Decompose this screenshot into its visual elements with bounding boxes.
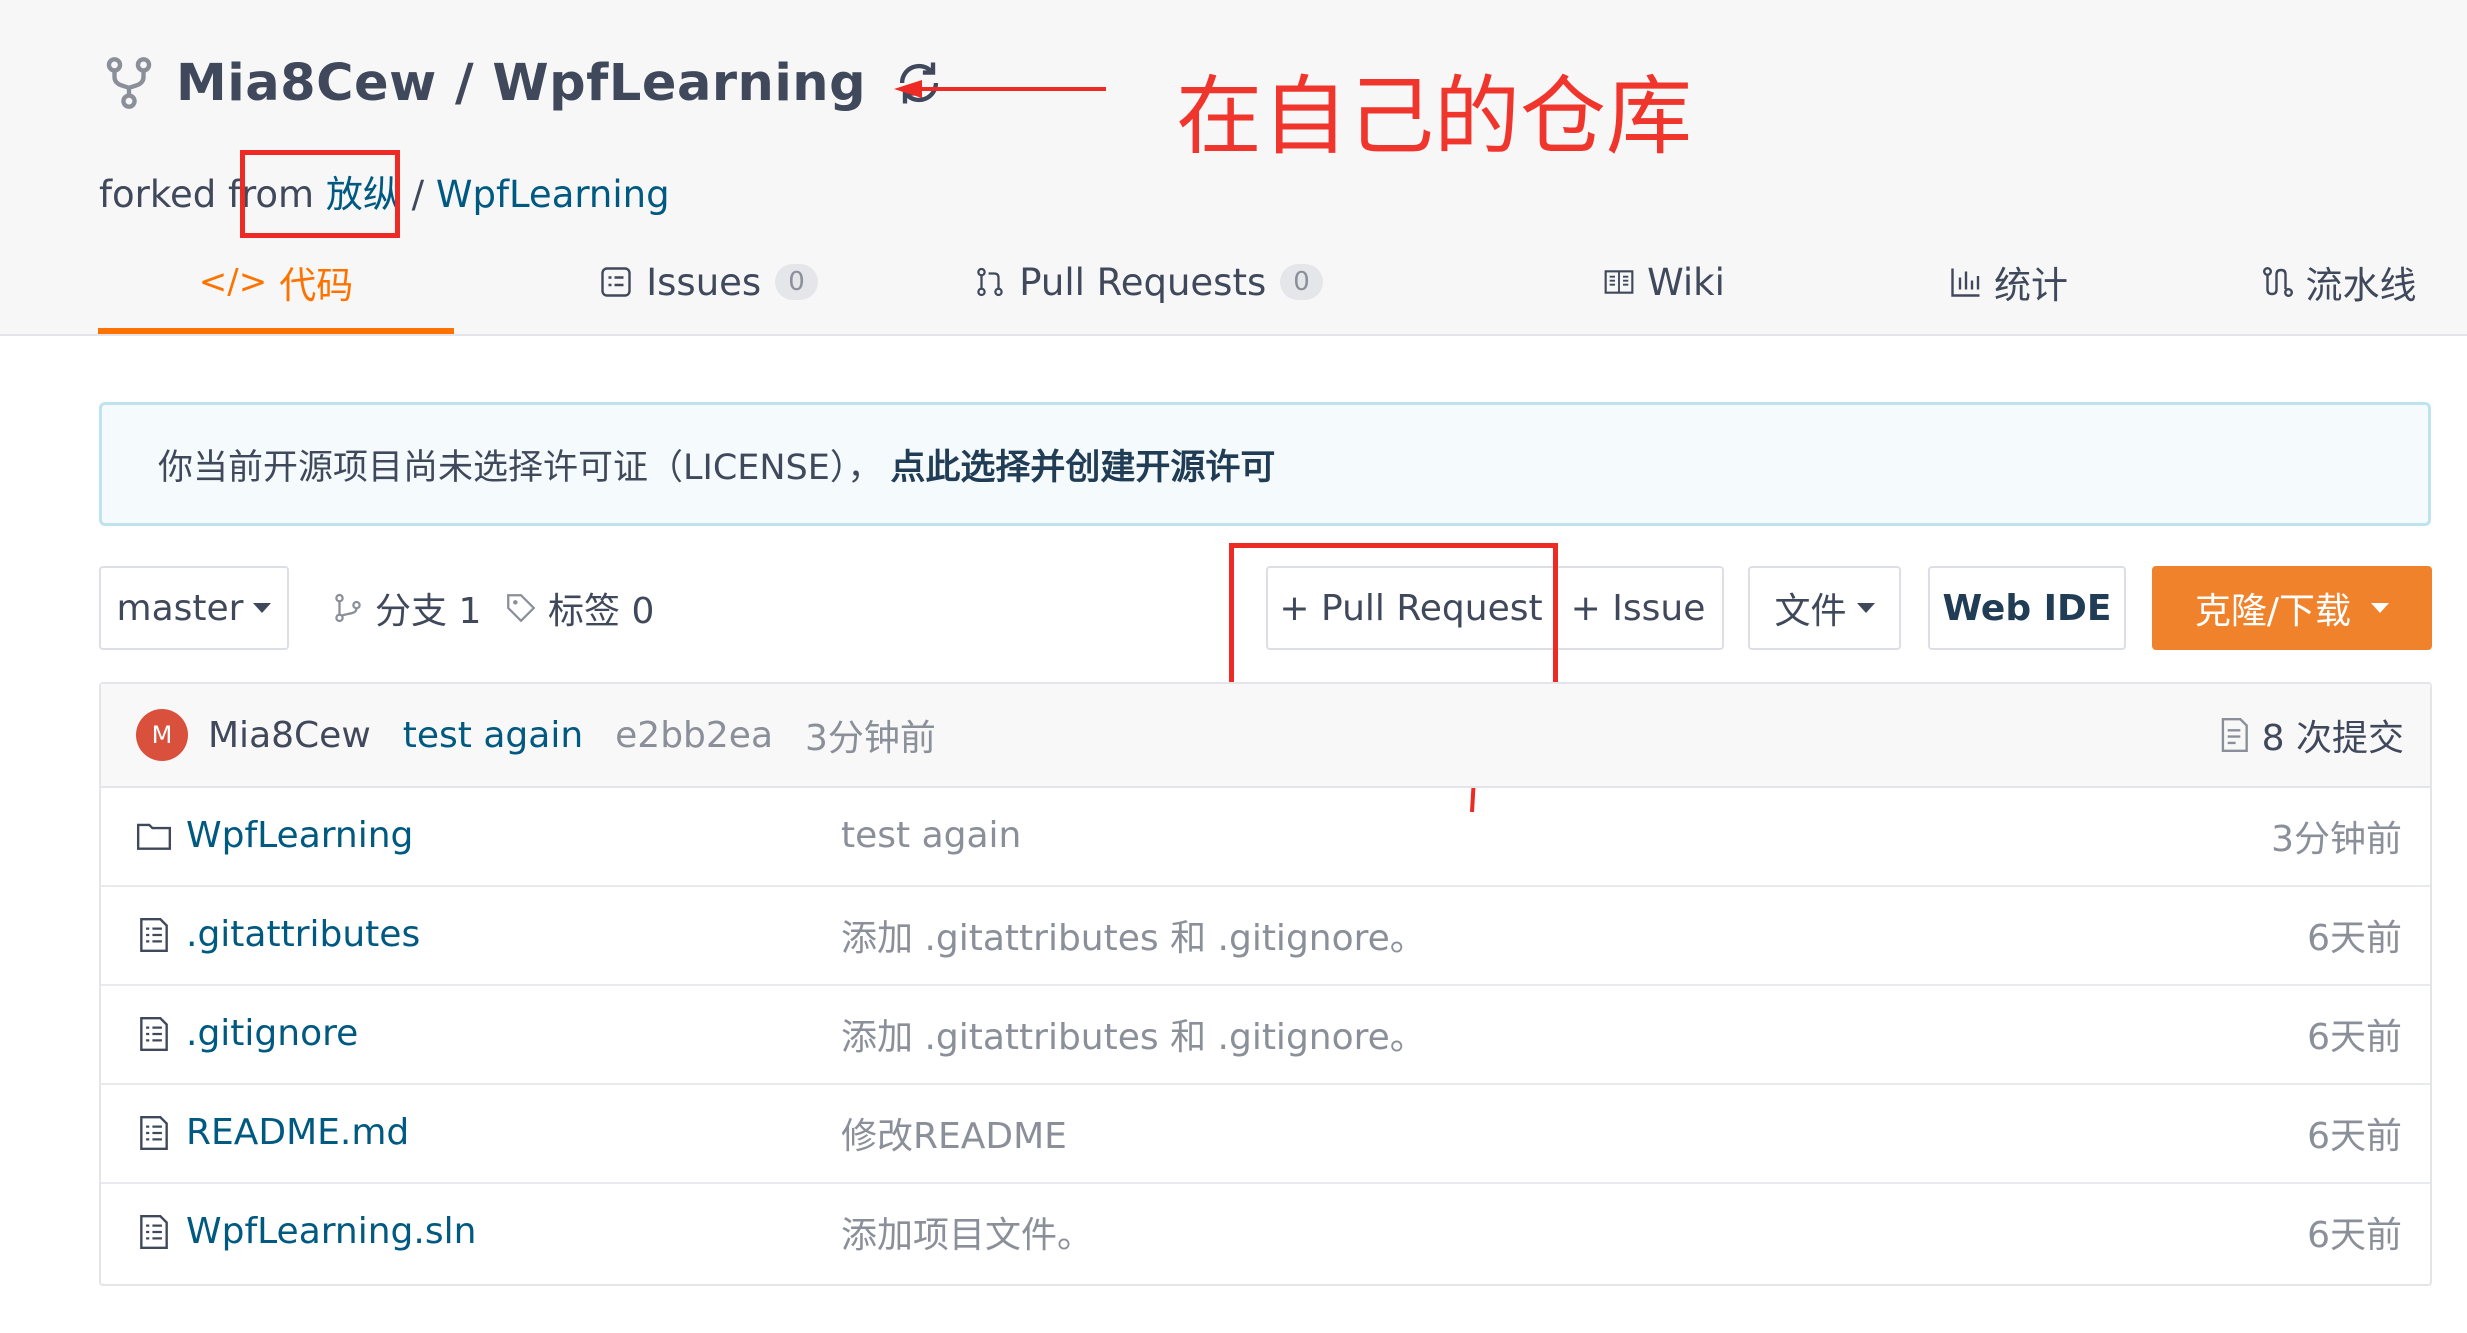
file-commit-time: 6天前 xyxy=(2307,1214,2402,1256)
tags-link[interactable]: 标签 0 xyxy=(504,566,654,650)
commit-message[interactable]: test again xyxy=(403,715,583,756)
new-pull-request-button[interactable]: + Pull Request xyxy=(1266,566,1556,650)
active-tab-indicator xyxy=(98,328,454,334)
repo-name[interactable]: Mia8Cew / WpfLearning xyxy=(176,54,866,113)
repo-toolbar: master 分支 1 标签 0 + Pull Request + Issue … xyxy=(99,566,2432,650)
forked-from: forked from 放纵 / WpfLearning xyxy=(99,164,670,218)
branches-link[interactable]: 分支 1 xyxy=(331,566,481,650)
file-name[interactable]: README.md xyxy=(186,1112,409,1153)
forked-prefix: forked from xyxy=(99,173,326,216)
file-icon xyxy=(140,1115,168,1150)
commit-time: 3分钟前 xyxy=(805,718,936,759)
wiki-icon xyxy=(1604,270,1634,294)
stats-icon xyxy=(1951,268,1980,297)
file-name[interactable]: WpfLearning xyxy=(186,815,413,856)
clone-download-label: 克隆/下载 xyxy=(2194,591,2352,632)
commit-sha[interactable]: e2bb2ea xyxy=(615,715,773,756)
tab-pull-requests-label: Pull Requests xyxy=(1019,260,1267,304)
tab-code[interactable]: </> 代码 xyxy=(98,230,454,334)
branch-icon xyxy=(335,593,361,623)
file-commit-time: 6天前 xyxy=(2307,1115,2402,1157)
chevron-down-icon xyxy=(1856,603,1875,613)
table-row[interactable]: .gitignore 添加 .gitattributes 和 .gitignor… xyxy=(101,984,2430,1085)
code-icon: </> xyxy=(198,262,268,302)
file-icon xyxy=(140,1016,168,1051)
file-commit-time: 6天前 xyxy=(2307,1016,2402,1058)
tab-code-label: 代码 xyxy=(279,264,354,307)
tab-wiki[interactable]: Wiki xyxy=(1478,230,1848,334)
tags-label: 标签 0 xyxy=(548,591,655,632)
file-commit-message[interactable]: 添加 .gitattributes 和 .gitignore。 xyxy=(841,909,1426,961)
create-license-link[interactable]: 点此选择并创建开源许可 xyxy=(890,439,1275,490)
pull-request-icon xyxy=(977,267,1003,297)
file-commit-time: 3分钟前 xyxy=(2271,818,2402,860)
file-icon xyxy=(140,917,168,952)
file-commit-message[interactable]: 添加 .gitattributes 和 .gitignore。 xyxy=(841,1008,1426,1060)
forked-repo-link[interactable]: WpfLearning xyxy=(436,173,670,216)
tab-issues[interactable]: Issues 0 xyxy=(558,230,858,334)
forked-owner-link[interactable]: 放纵 xyxy=(326,173,400,216)
commit-count-link[interactable]: 8 次提交 xyxy=(2218,684,2404,786)
tab-wiki-label: Wiki xyxy=(1647,260,1725,304)
sync-icon[interactable] xyxy=(890,54,948,112)
chevron-down-icon xyxy=(2371,603,2390,613)
clone-download-button[interactable]: 克隆/下载 xyxy=(2152,566,2432,650)
file-commit-message[interactable]: 修改README xyxy=(841,1107,1067,1159)
file-name[interactable]: .gitattributes xyxy=(186,914,420,955)
table-row[interactable]: README.md 修改README 6天前 xyxy=(101,1083,2430,1184)
issues-icon xyxy=(601,267,631,297)
branches-label: 分支 1 xyxy=(375,591,482,632)
file-commit-time: 6天前 xyxy=(2307,917,2402,959)
file-table: M Mia8Cew test again e2bb2ea 3分钟前 8 次提交 … xyxy=(99,682,2432,1286)
issues-count-badge: 0 xyxy=(775,264,818,300)
file-commit-message[interactable]: test again xyxy=(841,815,1021,856)
avatar[interactable]: M xyxy=(136,709,188,761)
commit-count-label: 8 次提交 xyxy=(2261,718,2404,759)
branch-select[interactable]: master xyxy=(99,566,289,650)
tab-pull-requests[interactable]: Pull Requests 0 xyxy=(958,230,1338,334)
repo-title: Mia8Cew / WpfLearning xyxy=(100,48,948,118)
file-name[interactable]: .gitignore xyxy=(186,1013,358,1054)
branch-select-label: master xyxy=(116,587,244,629)
web-ide-button[interactable]: Web IDE xyxy=(1928,566,2126,650)
repo-tabs: </> 代码 Issues 0 Pull Requests 0 Wiki 统计 xyxy=(98,230,2431,334)
file-commit-message[interactable]: 添加项目文件。 xyxy=(841,1206,1093,1258)
table-row[interactable]: WpfLearning.sln 添加项目文件。 6天前 xyxy=(101,1182,2430,1281)
tag-icon xyxy=(507,594,536,623)
tab-pipeline[interactable]: 流水线 xyxy=(2188,230,2467,334)
file-name[interactable]: WpfLearning.sln xyxy=(186,1211,476,1252)
pull-requests-count-badge: 0 xyxy=(1280,264,1323,300)
table-row[interactable]: WpfLearning test again 3分钟前 xyxy=(101,786,2430,887)
annotation-text: 在自己的仓库 xyxy=(1176,67,1692,167)
license-notice-text: 你当前开源项目尚未选择许可证（LICENSE）， xyxy=(158,447,883,488)
tab-issues-label: Issues xyxy=(646,260,762,304)
new-issue-button[interactable]: + Issue xyxy=(1554,566,1724,650)
web-ide-label: Web IDE xyxy=(1942,587,2112,629)
license-notice: 你当前开源项目尚未选择许可证（LICENSE）， 点此选择并创建开源许可 xyxy=(99,402,2431,526)
files-dropdown-label: 文件 xyxy=(1774,591,1847,632)
fork-icon xyxy=(106,57,152,109)
folder-icon xyxy=(136,823,172,850)
commits-icon xyxy=(2221,717,2248,753)
files-dropdown[interactable]: 文件 xyxy=(1748,566,1901,650)
tab-pipeline-label: 流水线 xyxy=(2305,264,2417,307)
tab-stats-label: 统计 xyxy=(1994,264,2068,307)
new-issue-label: + Issue xyxy=(1570,587,1706,629)
commit-author[interactable]: Mia8Cew xyxy=(208,715,371,756)
pipeline-icon xyxy=(2262,266,2293,297)
chevron-down-icon xyxy=(253,603,272,613)
table-row[interactable]: .gitattributes 添加 .gitattributes 和 .giti… xyxy=(101,885,2430,986)
new-pull-request-label: + Pull Request xyxy=(1279,587,1543,629)
file-icon xyxy=(140,1214,168,1249)
latest-commit-bar: M Mia8Cew test again e2bb2ea 3分钟前 8 次提交 xyxy=(101,684,2430,788)
tab-stats[interactable]: 统计 xyxy=(1858,230,2158,334)
forked-separator: / xyxy=(399,173,436,216)
